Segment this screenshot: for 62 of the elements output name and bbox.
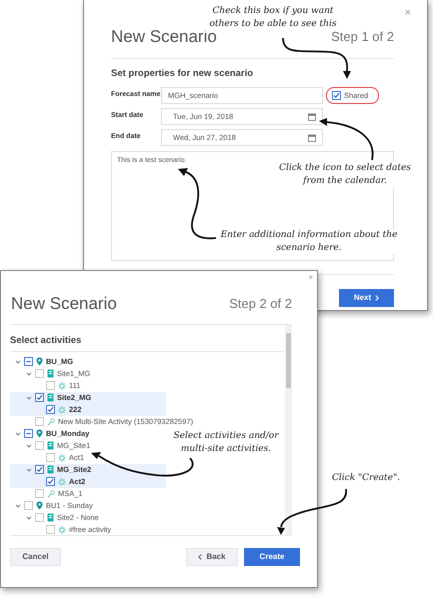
building-icon (47, 441, 54, 450)
dialog-title: New Scenario (11, 293, 117, 315)
checkbox[interactable] (35, 513, 44, 522)
location-pin-icon (36, 501, 43, 510)
checkbox[interactable] (24, 429, 33, 438)
chevron-icon[interactable] (15, 430, 21, 437)
calendar-icon[interactable] (308, 134, 316, 142)
calendar-icon[interactable] (308, 112, 316, 120)
chevron-icon[interactable] (26, 370, 32, 377)
checkbox[interactable] (46, 405, 55, 414)
key-icon (47, 490, 55, 498)
back-button[interactable]: Back (186, 548, 238, 566)
callout-text: Click the icon to select dates from the calendar. (279, 163, 411, 186)
gear-icon (58, 478, 66, 486)
callout-text: Check this box if you want others to be able to see this (210, 6, 336, 30)
building-icon (47, 369, 54, 378)
shared-checkbox[interactable] (332, 90, 341, 100)
section-title: Set properties for new scenario (111, 66, 254, 80)
dialog-title: New Scenario (111, 26, 217, 48)
chevron-icon[interactable] (15, 358, 21, 365)
checkbox[interactable] (35, 417, 44, 426)
chevron-left-icon (198, 554, 202, 560)
next-button[interactable]: Next (339, 289, 394, 307)
gear-icon (58, 454, 66, 462)
chevron-icon[interactable] (26, 442, 32, 449)
cancel-button[interactable]: Cancel (10, 548, 61, 566)
checkbox[interactable] (35, 441, 44, 450)
building-icon (47, 513, 54, 522)
chevron-icon[interactable] (26, 514, 32, 521)
location-pin-icon (36, 357, 43, 366)
callout-text: Select activities and/or multi-site activities. (173, 431, 279, 454)
checkbox[interactable] (35, 489, 44, 498)
checkbox[interactable] (46, 525, 55, 534)
callout-text: Enter additional information about the scenario here. (220, 230, 398, 254)
building-icon (47, 393, 54, 402)
checkbox[interactable] (35, 465, 44, 474)
checkbox[interactable] (24, 501, 33, 510)
gear-icon (58, 382, 66, 390)
callout-arrow (277, 488, 347, 535)
callout-arrow (319, 118, 374, 160)
checkbox[interactable] (35, 393, 44, 402)
chevron-icon[interactable] (26, 466, 32, 473)
chevron-icon[interactable] (15, 502, 21, 509)
building-icon (47, 465, 54, 474)
key-icon (47, 418, 55, 426)
callout-text: Click "Create". (332, 473, 400, 483)
chevron-icon[interactable] (26, 394, 32, 401)
checkbox[interactable] (24, 357, 33, 366)
checkbox[interactable] (35, 369, 44, 378)
create-button[interactable]: Create (244, 548, 300, 566)
callout-arrow (178, 168, 216, 240)
scrollbar[interactable] (285, 324, 292, 534)
checkbox[interactable] (46, 453, 55, 462)
step-indicator: Step 2 of 2 (229, 295, 292, 313)
section-title: Select activities (10, 334, 82, 348)
location-pin-icon (36, 429, 43, 438)
checkbox[interactable] (46, 477, 55, 486)
gear-icon (58, 526, 66, 534)
checkbox[interactable] (46, 381, 55, 390)
chevron-right-icon (375, 295, 380, 301)
step-indicator: Step 1 of 2 (331, 28, 394, 46)
gear-icon (58, 406, 66, 414)
